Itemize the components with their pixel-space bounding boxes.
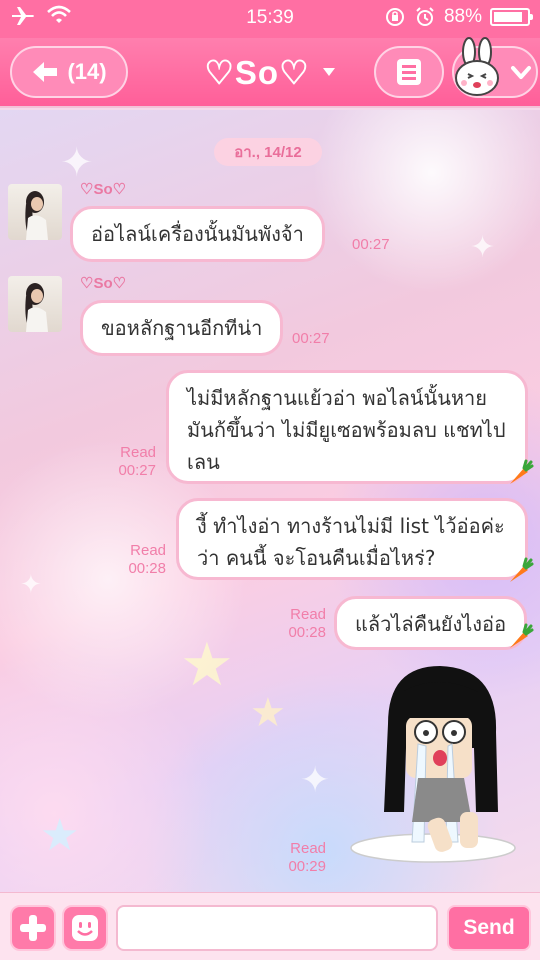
avatar[interactable] [8, 276, 62, 332]
message-input-bar: Send [0, 892, 540, 960]
message-text: แล้วไล่คืนยังไงอ่อ [355, 612, 507, 636]
carrot-icon [510, 557, 534, 582]
outgoing-message-bubble[interactable]: แล้วไล่คืนยังไงอ่อ [334, 596, 528, 650]
read-label: Read [130, 542, 166, 559]
add-button[interactable] [10, 905, 56, 951]
sparkle-decoration: ✦ [470, 230, 496, 265]
status-right: 88% [384, 6, 533, 28]
read-receipt: Read 00:29 [280, 840, 326, 876]
smiley-icon [72, 915, 98, 941]
read-receipt: Read 00:28 [280, 606, 326, 642]
message-time: 00:28 [288, 624, 326, 641]
battery-icon [490, 8, 533, 26]
status-bar: 15:39 88% [0, 0, 540, 38]
read-receipt: Read 00:27 [110, 444, 156, 480]
sparkle-decoration: ✦ [20, 570, 42, 600]
read-receipt: Read 00:28 [120, 542, 166, 578]
read-label: Read [120, 444, 156, 461]
chat-title-button[interactable]: ♡So♡ [190, 50, 350, 94]
message-time: 00:28 [128, 560, 166, 577]
caret-down-icon [322, 68, 335, 76]
sparkle-decoration: ★ [180, 630, 234, 700]
incoming-message-bubble[interactable]: ขอหลักฐานอีกทีน่า [80, 300, 284, 356]
message-input[interactable] [116, 905, 438, 951]
avatar-photo [25, 191, 48, 240]
outgoing-message-bubble[interactable]: ไม่มีหลักฐานแย้วอ่า พอไลน์นั้นหาย มันก้ข… [166, 370, 528, 484]
message-time: 00:27 [292, 330, 330, 347]
message-text: ไม่มีหลักฐานแย้วอ่า พอไลน์นั้นหาย มันก้ข… [187, 386, 506, 474]
sparkle-decoration: ✦ [300, 760, 331, 801]
battery-percent: 88% [443, 6, 482, 27]
sender-name: ♡So♡ [80, 181, 127, 198]
message-time: 00:27 [118, 462, 156, 479]
alarm-icon [416, 7, 434, 26]
bunny-icon [455, 37, 499, 96]
chat-area[interactable]: ✦ ✦ ★ ✦ ✦ ★ ★ อา., 14/12 ♡So♡ อ่อไลน์เคร… [0, 110, 540, 892]
battery-fill [494, 12, 523, 22]
unread-count: (14) [67, 59, 107, 84]
avatar[interactable] [8, 184, 62, 240]
chat-header: (14) ♡So♡ [0, 37, 540, 108]
date-separator: อา., 14/12 [214, 138, 322, 166]
message-text: อ่อไลน์เครื่องนั้นมันพังจ้า [91, 222, 304, 246]
sparkle-decoration: ★ [250, 690, 286, 736]
read-label: Read [290, 606, 326, 623]
plus-icon [20, 915, 46, 941]
send-button[interactable]: Send [447, 905, 531, 951]
sender-name: ♡So♡ [80, 275, 127, 292]
outgoing-message-bubble[interactable]: งี้ ทำไงอ่า ทางร้านไม่มี list ไว้อ่อค่ะ … [176, 498, 528, 580]
crying-girl-sticker[interactable] [348, 662, 518, 866]
menu-button[interactable] [374, 46, 444, 98]
incoming-message-bubble[interactable]: อ่อไลน์เครื่องนั้นมันพังจ้า [70, 206, 325, 262]
carrot-icon [510, 623, 534, 648]
avatar-photo [25, 283, 48, 332]
carrot-icon [510, 459, 534, 484]
list-icon [397, 59, 421, 85]
rotation-lock-icon [385, 8, 404, 26]
chevron-down-icon [511, 66, 531, 79]
sticker-menu-button[interactable] [452, 37, 538, 98]
message-time: 00:29 [288, 858, 326, 875]
message-text: งี้ ทำไงอ่า ทางร้านไม่มี list ไว้อ่อค่ะ … [197, 514, 505, 570]
message-time: 00:27 [352, 236, 390, 253]
read-label: Read [290, 840, 326, 857]
emoji-button[interactable] [62, 905, 108, 951]
arrow-left-icon [33, 62, 58, 82]
chat-title: ♡So♡ [204, 53, 310, 91]
sparkle-decoration: ★ [40, 810, 80, 861]
back-button[interactable]: (14) [10, 46, 128, 98]
message-text: ขอหลักฐานอีกทีน่า [101, 316, 263, 340]
